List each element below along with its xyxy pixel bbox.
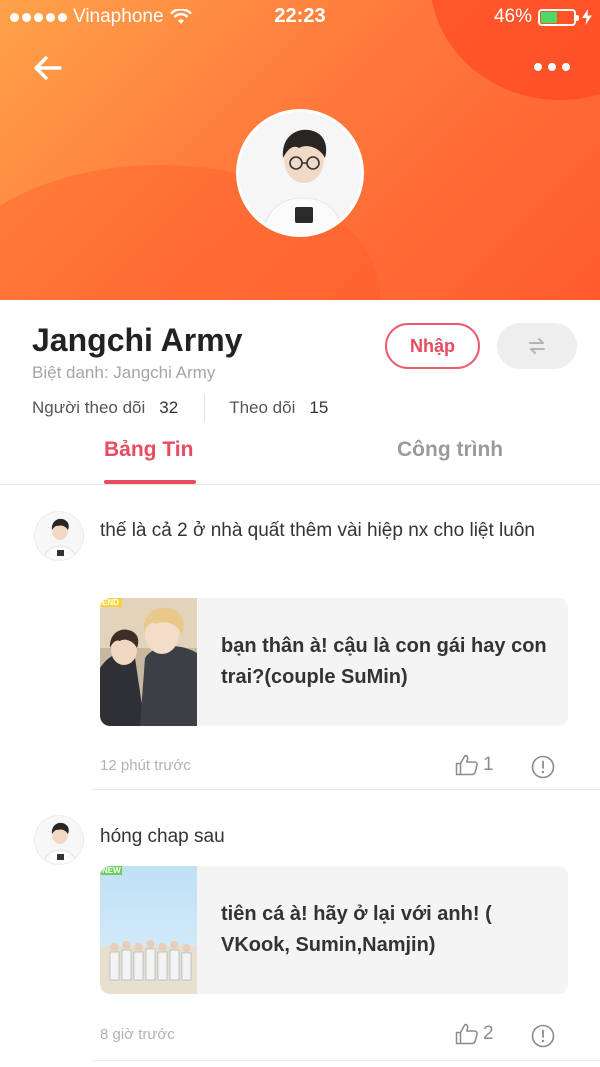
thumbs-up-icon	[455, 1023, 478, 1045]
story-cover-image	[100, 598, 197, 726]
feed-post: hóng chap sau NEW tiên cá à! hãy ở lại v…	[0, 790, 600, 1067]
feed-list: thế là cả 2 ở nhà quất thêm vài hiệp nx …	[0, 490, 600, 1067]
following-stat[interactable]: Theo dõi 15	[229, 398, 328, 418]
story-cover: NEW	[100, 866, 197, 994]
story-title: tiên cá à! hãy ở lại với anh! ( VKook, S…	[221, 903, 492, 956]
profile-stats: Người theo dõi 32 Theo dõi 15	[32, 394, 328, 422]
swap-icon	[529, 338, 545, 354]
more-options-button[interactable]	[530, 56, 574, 78]
story-badge: END	[102, 598, 119, 607]
like-count: 1	[483, 754, 494, 775]
swap-button[interactable]	[497, 323, 577, 369]
like-count: 2	[483, 1023, 494, 1044]
profile-info: Jangchi Army Biệt danh: Jangchi Army Ngư…	[0, 300, 600, 490]
profile-header: Vinaphone 22:23 46%	[0, 0, 600, 300]
tab-cong-trinh[interactable]: Công trình	[397, 438, 503, 462]
post-text: thế là cả 2 ở nhà quất thêm vài hiệp nx …	[100, 520, 535, 541]
story-title: bạn thân à! cậu là con gái hay con trai?…	[221, 635, 547, 688]
post-avatar[interactable]	[34, 511, 84, 561]
status-bar: Vinaphone 22:23 46%	[0, 0, 600, 34]
avatar-photo-icon	[35, 816, 83, 864]
arrow-left-icon	[34, 56, 62, 80]
battery-icon	[538, 8, 579, 26]
following-label: Theo dõi	[229, 398, 296, 417]
info-alert-icon	[531, 755, 555, 779]
nickname-label: Biệt danh:	[32, 363, 109, 382]
profile-avatar[interactable]	[236, 109, 364, 237]
followers-count: 32	[159, 398, 179, 417]
profile-name: Jangchi Army	[32, 322, 243, 358]
charging-icon	[582, 9, 592, 25]
post-avatar[interactable]	[34, 815, 84, 865]
story-card[interactable]: NEW tiên cá à! hãy ở lại với anh! ( VKoo…	[100, 866, 568, 994]
thumbs-up-icon	[455, 754, 478, 776]
post-time: 8 giờ trước	[100, 1026, 175, 1043]
status-right: 46%	[494, 6, 592, 28]
feed-post: thế là cả 2 ở nhà quất thêm vài hiệp nx …	[0, 490, 600, 790]
like-button[interactable]: 1	[455, 754, 494, 776]
back-button[interactable]	[30, 50, 66, 86]
like-button[interactable]: 2	[455, 1023, 494, 1045]
followers-stat[interactable]: Người theo dõi 32	[32, 398, 178, 418]
profile-nickname: Biệt danh: Jangchi Army	[32, 363, 215, 383]
tab-bang-tin[interactable]: Bảng Tin	[104, 438, 193, 462]
followers-label: Người theo dõi	[32, 398, 146, 417]
following-count: 15	[309, 398, 329, 417]
story-cover: END	[100, 598, 197, 726]
profile-tabs: Bảng Tin Công trình	[0, 438, 600, 484]
post-divider	[92, 1060, 600, 1061]
report-button[interactable]	[531, 755, 555, 779]
post-text: hóng chap sau	[100, 826, 225, 847]
tabs-divider	[0, 484, 600, 485]
story-badge: NEW	[102, 866, 121, 875]
more-horizontal-icon	[534, 63, 542, 71]
story-card[interactable]: END bạn thân à! cậu là con gái hay con t…	[100, 598, 568, 726]
stats-divider	[204, 394, 206, 422]
post-time: 12 phút trước	[100, 757, 191, 774]
nhap-button[interactable]: Nhập	[385, 323, 480, 369]
story-cover-image	[100, 866, 197, 994]
nickname-value: Jangchi Army	[113, 363, 216, 382]
avatar-photo-icon	[35, 512, 83, 560]
battery-percent: 46%	[493, 6, 532, 27]
avatar-photo-icon	[239, 112, 361, 234]
report-button[interactable]	[531, 1024, 555, 1048]
info-alert-icon	[531, 1024, 555, 1048]
